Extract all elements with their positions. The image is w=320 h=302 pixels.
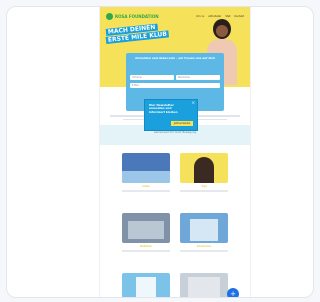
person-face [216,25,228,37]
popup-cta-button[interactable]: Jetzt anmelden [171,121,193,126]
webpage-preview: ROSA FOUNDATION Om os Aktiviteter Støt K… [99,7,251,297]
tile-label[interactable]: Radfahren [122,245,170,248]
tile-text-line [180,250,228,252]
tile-photo [136,277,156,297]
tile-photo [188,277,220,297]
email-field[interactable]: E-Mail [130,83,220,88]
hero-title: MACH DEINEN ERSTE MILE KLUB [105,23,186,44]
tile-text-line [122,250,170,252]
popup-text: Hier Newsletter anmelden und informiert … [149,103,178,114]
activity-tile[interactable] [180,153,228,183]
activity-tile[interactable] [180,213,228,243]
tile-text-line [122,190,170,192]
logo-mark-icon [106,13,113,20]
chat-icon[interactable]: + [227,288,239,297]
tile-label[interactable]: Yoga [180,185,228,188]
tile-photo [128,221,164,239]
tile-photo [194,157,214,183]
tile-label[interactable]: Schwimmen [180,245,228,248]
activity-tile[interactable] [180,273,228,297]
signup-heading: Anmelden und dabei sein – wir freuen uns… [135,56,215,60]
popup-close-button[interactable]: × [192,101,195,105]
newsletter-popup: × Hier Newsletter anmelden und informier… [144,99,198,131]
first-name-field[interactable]: Vorname [130,75,174,80]
tile-photo [190,219,218,241]
activity-tile[interactable] [122,153,170,183]
activity-tile[interactable] [122,273,170,297]
band-text: Gemeinsam für mehr Bewegung [153,131,197,134]
tile-label[interactable]: Laufen [122,185,170,188]
tile-photo [122,171,170,183]
activity-tile[interactable] [122,213,170,243]
preview-card: ROSA FOUNDATION Om os Aktiviteter Støt K… [6,6,314,298]
tile-text-line [180,190,228,192]
site-logo[interactable]: ROSA FOUNDATION [106,13,159,20]
last-name-field[interactable]: Nachname [176,75,220,80]
logo-text: ROSA FOUNDATION [115,13,159,19]
